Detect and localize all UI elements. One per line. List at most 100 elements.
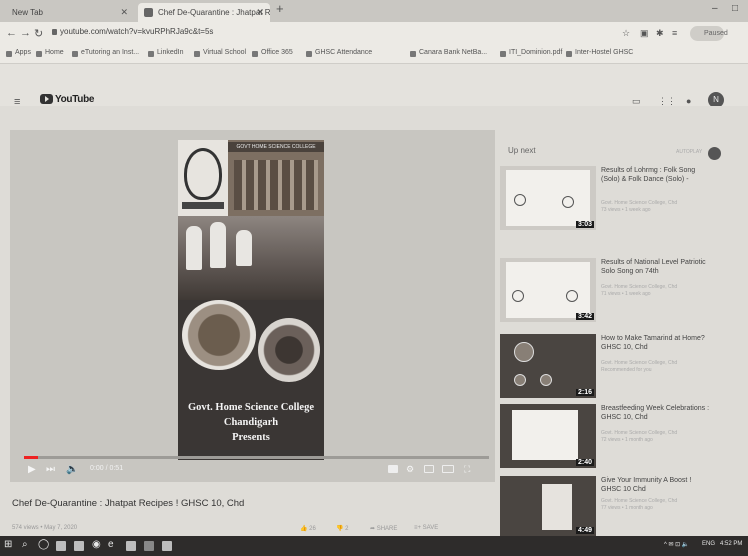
next-icon[interactable]: ⏭ — [46, 464, 55, 475]
reload-icon[interactable]: ↻ — [34, 27, 43, 40]
close-tab-icon[interactable]: ✕ — [120, 3, 128, 22]
thumbnail-medal-icon — [514, 194, 526, 206]
bookmark-item[interactable]: eTutoring an Inst... — [72, 49, 139, 57]
video-thumbnail[interactable]: 3:03 — [500, 166, 596, 230]
video-caption: Govt. Home Science College Chandigarh Pr… — [178, 396, 324, 443]
thumbnail-bottle — [542, 484, 572, 530]
bookmark-item[interactable]: ITI_Dominion.pdf — [500, 49, 562, 57]
thumbnail-slide — [506, 170, 590, 226]
edge-icon[interactable]: e — [108, 539, 114, 550]
video-title: Chef De-Quarantine : Jhatpat Recipes ! G… — [12, 498, 245, 509]
system-tray-icons[interactable]: ^ ✉ ⊡ 🔈 — [664, 541, 689, 548]
like-button[interactable]: 👍 26 — [300, 525, 316, 532]
bookmark-item[interactable]: Virtual School — [194, 49, 246, 57]
recommendation-views: 72 views • 1 month ago — [601, 437, 653, 443]
caption-line: Govt. Home Science College — [188, 402, 314, 413]
recommendation-title: How to Make Tamarind at Home? GHSC 10, C… — [601, 335, 705, 351]
bookmark-item[interactable]: Apps — [6, 49, 31, 57]
video-frame[interactable]: GOVT HOME SCIENCE COLLEGE Govt. Home Sci… — [178, 140, 324, 460]
new-tab-button[interactable]: + — [276, 1, 284, 16]
thumbnail-food-icon — [514, 374, 526, 386]
back-arrow-icon[interactable]: ← — [6, 27, 17, 39]
recommendation-title: Results of Lohrmg : Folk Song (Solo) & F… — [601, 167, 696, 183]
url-field[interactable]: youtube.com/watch?v=kvuRPhRJa9c&t=5s — [60, 27, 213, 36]
star-icon[interactable]: ☆ — [622, 28, 630, 39]
bookmark-item[interactable]: Inter-Hostel GHSC — [566, 49, 633, 57]
recommendation-views: 71 views • 1 week ago — [601, 291, 651, 297]
windows-start-icon[interactable]: ⊞ — [4, 539, 12, 550]
forward-arrow-icon[interactable]: → — [20, 27, 31, 39]
recommendation-title: Results of National Level Patriotic Solo… — [601, 259, 706, 275]
play-icon[interactable]: ▶ — [28, 464, 36, 475]
video-thumbnail[interactable]: 2:16 — [500, 334, 596, 398]
miniplayer-icon[interactable] — [424, 465, 434, 473]
bell-icon[interactable]: ● — [686, 96, 691, 106]
menu-list-icon[interactable]: ≡ — [672, 28, 677, 38]
video-meta: 574 views • May 7, 2020 — [12, 525, 78, 531]
minimize-window-button[interactable]: – — [712, 3, 718, 14]
settings-gear-icon[interactable]: ⚙ — [406, 464, 414, 475]
video-thumbnail[interactable]: 2:40 — [500, 404, 596, 468]
recommendation-item[interactable]: 2:16 How to Make Tamarind at Home? GHSC … — [500, 334, 745, 400]
youtube-logo-icon[interactable] — [40, 94, 53, 104]
file-explorer-icon[interactable] — [56, 541, 66, 551]
captions-icon[interactable] — [388, 465, 398, 473]
recommendation-item[interactable]: 4:49 Give Your Immunity A Boost ! GHSC 1… — [500, 476, 745, 542]
food-plate-photo — [182, 300, 256, 370]
store-icon[interactable] — [74, 541, 84, 551]
tab-youtube-video[interactable]: Chef De-Quarantine : Jhatpat Re ✕ — [138, 3, 270, 22]
bookmark-item[interactable]: Home — [36, 49, 64, 57]
chrome-icon[interactable]: ◉ — [92, 539, 101, 550]
autoplay-toggle[interactable] — [708, 147, 721, 160]
theater-mode-icon[interactable] — [442, 465, 454, 473]
youtube-logo-text[interactable]: YouTube — [55, 94, 95, 105]
bookmark-item[interactable]: GHSC Attendance — [306, 49, 372, 57]
fullscreen-icon[interactable]: ⛶ — [464, 464, 470, 475]
dislike-button[interactable]: 👎 2 — [336, 525, 348, 532]
maximize-window-button[interactable]: □ — [732, 3, 738, 14]
lock-icon — [52, 29, 57, 35]
save-button[interactable]: ≡+ SAVE — [414, 525, 438, 531]
search-icon[interactable]: ⌕ — [22, 539, 28, 550]
mail-icon[interactable] — [126, 541, 136, 551]
bookmark-item[interactable]: LinkedIn — [148, 49, 183, 57]
progress-fill — [24, 456, 38, 459]
video-thumbnail[interactable]: 3:42 — [500, 258, 596, 322]
dislike-count: 2 — [345, 526, 349, 532]
recommendation-channel: Govt. Home Science College, Chd — [601, 360, 678, 366]
bookmark-item[interactable]: Office 365 — [252, 49, 293, 57]
chef-figure — [236, 230, 252, 266]
tab-label: New Tab — [12, 8, 43, 17]
recommendation-item[interactable]: 2:40 Breastfeeding Week Celebrations : G… — [500, 404, 745, 470]
caption-line: Chandigarh — [223, 417, 279, 428]
app-icon[interactable] — [144, 541, 154, 551]
video-thumbnail[interactable]: 4:49 — [500, 476, 596, 536]
browser-tab-strip: New Tab ✕ Chef De-Quarantine : Jhatpat R… — [0, 0, 748, 22]
duration-badge: 3:42 — [575, 313, 594, 320]
save-label: SAVE — [422, 525, 439, 531]
recommendation-channel: Govt. Home Science College, Chd — [601, 200, 678, 206]
clock[interactable]: 4:52 PM — [720, 541, 742, 547]
windows-taskbar: ⊞ ⌕ ◯ ◉ e ^ ✉ ⊡ 🔈 ENG 4:52 PM — [0, 536, 748, 556]
share-button[interactable]: ➦ SHARE — [370, 525, 397, 532]
bookmarks-bar: Apps Home eTutoring an Inst... LinkedIn … — [0, 46, 748, 64]
bookmark-item[interactable]: Canara Bank NetBa... — [410, 49, 487, 57]
college-building-photo: GOVT HOME SCIENCE COLLEGE — [228, 140, 324, 216]
language-indicator[interactable]: ENG — [702, 541, 715, 547]
task-view-icon[interactable]: ◯ — [38, 539, 49, 550]
thumbnail-medal-icon — [562, 196, 574, 208]
app-icon[interactable] — [162, 541, 172, 551]
volume-icon[interactable]: 🔈 — [66, 464, 78, 475]
recommendation-item[interactable]: 3:42 Results of National Level Patriotic… — [500, 258, 745, 324]
emblem-label — [182, 202, 224, 209]
progress-bar[interactable] — [24, 456, 489, 459]
close-tab-icon[interactable]: ✕ — [256, 3, 264, 22]
recommendation-channel: Govt. Home Science College, Chd — [601, 498, 678, 504]
duration-badge: 3:03 — [575, 221, 594, 228]
extension-icon[interactable]: ▣ — [640, 28, 649, 39]
tab-new-tab[interactable]: New Tab ✕ — [4, 3, 134, 22]
profile-button[interactable]: Paused — [690, 26, 728, 41]
recommendation-title: Give Your Immunity A Boost ! GHSC 10 Chd — [601, 477, 692, 493]
puzzle-icon[interactable]: ✱ — [656, 28, 664, 39]
recommendation-item[interactable]: 3:03 Results of Lohrmg : Folk Song (Solo… — [500, 166, 745, 232]
